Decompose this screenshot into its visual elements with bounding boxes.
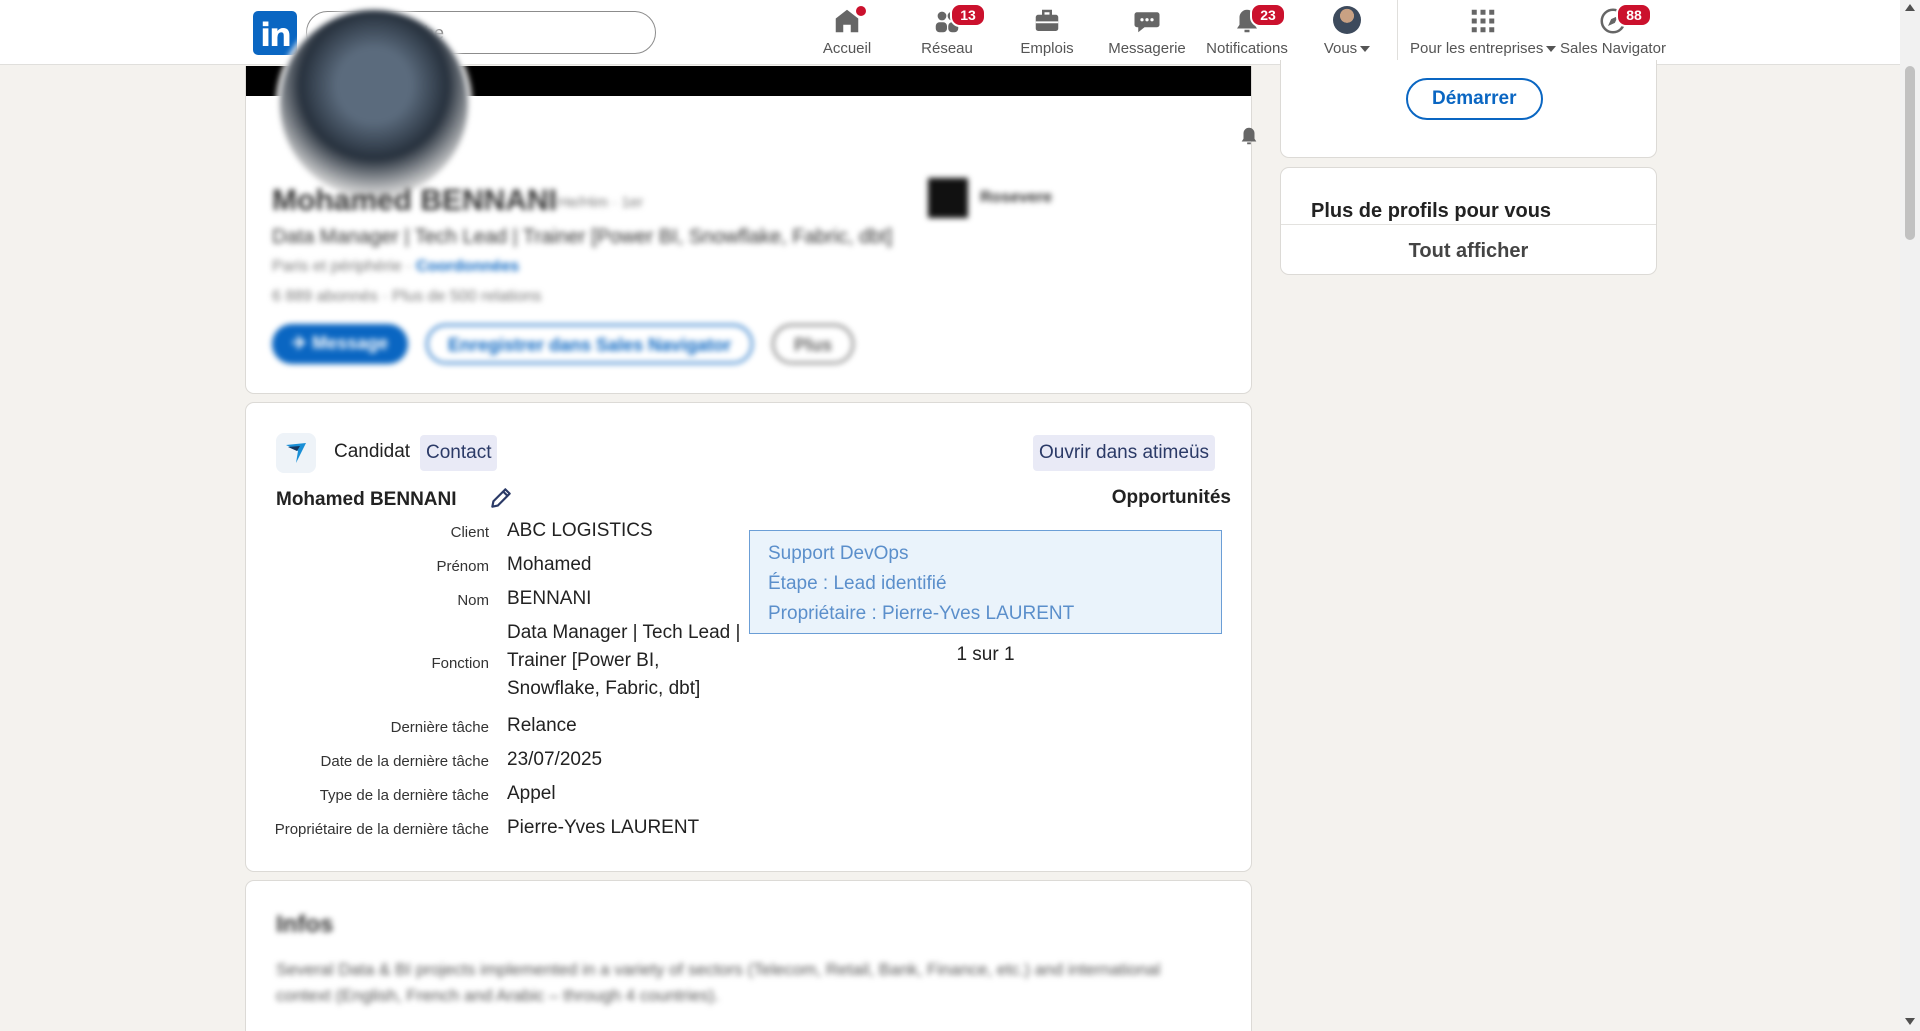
current-company[interactable]: Rosevere (928, 178, 1052, 218)
avatar (1333, 6, 1361, 34)
location-text: Paris et périphérie · (272, 258, 417, 275)
field-label: Propriétaire de la dernière tâche (274, 821, 489, 838)
profile-top-card: Mohamed BENNANI He/Him · 1er Data Manage… (245, 6, 1257, 394)
infos-card: Infos Several Data & BI projects impleme… (245, 880, 1252, 1031)
scroll-up-arrow-icon[interactable] (1905, 4, 1915, 11)
nav-divider (1397, 0, 1398, 65)
nav-item-jobs[interactable]: Emplois (1012, 6, 1082, 61)
nav-item-home[interactable]: Accueil (812, 4, 882, 61)
notifications-badge: 23 (1250, 3, 1286, 27)
field-label: Nom (457, 592, 489, 609)
atimeus-card: Candidat Contact Ouvrir dans atimeüs Moh… (245, 402, 1252, 872)
opportunity-title: Support DevOps (768, 543, 909, 564)
message-button[interactable]: ✈ Message (272, 324, 409, 364)
show-all-link[interactable]: Tout afficher (1281, 240, 1656, 263)
candidate-tag: Candidat (334, 441, 411, 462)
nav-label: Emplois (1020, 40, 1074, 57)
profile-connections: 6 889 abonnés · Plus de 500 relations (272, 288, 542, 305)
infos-text: Several Data & BI projects implemented i… (276, 960, 1161, 1005)
grid-icon (1471, 9, 1495, 33)
nav-label: Accueil (822, 40, 872, 57)
nav-item-sales-navigator[interactable]: 88 Sales Navigator (1560, 3, 1666, 61)
profile-name: Mohamed BENNANI (272, 184, 558, 217)
nav-item-business[interactable]: Pour les entreprises (1410, 6, 1557, 61)
field-value: Appel (507, 783, 556, 804)
field-value: ABC LOGISTICS (507, 520, 653, 541)
nav-label: Notifications (1206, 40, 1288, 57)
more-profiles-card: Plus de profils pour vous Tout afficher (1280, 167, 1657, 275)
premium-promo-card: Démarrer (1280, 60, 1657, 158)
network-badge: 13 (950, 3, 986, 27)
field-value: 23/07/2025 (507, 749, 603, 770)
opportunity-stage: Étape : Lead identifié (768, 573, 947, 594)
contact-name: Mohamed BENNANI (276, 489, 457, 510)
divider (1281, 224, 1656, 225)
scroll-thumb[interactable] (1905, 66, 1915, 240)
profile-headline: Data Manager | Tech Lead | Trainer [Powe… (272, 226, 893, 248)
start-button[interactable]: Démarrer (1406, 78, 1543, 120)
profile-pronouns: He/Him · 1er (558, 194, 644, 211)
bell-icon[interactable] (1238, 124, 1260, 148)
save-sales-navigator-button[interactable]: Enregistrer dans Sales Navigator (426, 324, 754, 364)
profile-photo[interactable] (276, 6, 472, 202)
open-in-atimeus-button[interactable]: Ouvrir dans atimeüs (1033, 435, 1216, 471)
nav-label: Vous (1323, 40, 1358, 57)
caret-down-icon (1360, 46, 1371, 53)
top-nav: in Accueil 13 Réseau Emplois Messagerie (0, 0, 1900, 65)
infos-title: Infos (276, 911, 334, 938)
linkedin-logo-icon[interactable]: in (253, 11, 297, 55)
nav-label: Sales Navigator (1560, 40, 1666, 57)
field-value: Data Manager | Tech Lead | Trainer [Powe… (507, 622, 741, 699)
profile-location: Paris et périphérie · Coordonnées (272, 258, 519, 276)
pencil-edit-icon[interactable] (488, 485, 514, 511)
opportunity-owner: Propriétaire : Pierre-Yves LAURENT (768, 603, 1075, 624)
field-value: Pierre-Yves LAURENT (507, 817, 700, 838)
field-value: BENNANI (507, 588, 592, 609)
nav-item-me[interactable]: Vous (1312, 6, 1382, 61)
vertical-scrollbar[interactable] (1900, 0, 1920, 1031)
nav-item-notifications[interactable]: 23 Notifications (1204, 3, 1290, 61)
field-value: Relance (507, 715, 577, 736)
field-label: Fonction (431, 655, 489, 672)
briefcase-icon (1035, 9, 1059, 31)
field-label: Client (450, 524, 489, 541)
field-label: Type de la dernière tâche (319, 787, 489, 804)
nav-label: Messagerie (1108, 40, 1186, 57)
field-label: Prénom (436, 558, 489, 575)
field-value: Mohamed (507, 554, 592, 575)
opportunities-title: Opportunités (1111, 487, 1231, 508)
more-button[interactable]: Plus (772, 324, 855, 364)
company-name: Rosevere (980, 189, 1053, 206)
nav-label: Réseau (921, 40, 973, 57)
opportunity-card[interactable]: Support DevOps Étape : Lead identifié Pr… (749, 530, 1222, 634)
atimeus-logo-icon (276, 433, 316, 473)
sales-navigator-badge: 88 (1616, 3, 1652, 27)
messaging-icon (1134, 12, 1160, 33)
contact-info-link[interactable]: Coordonnées (416, 258, 519, 275)
contact-tag: Contact (420, 435, 498, 471)
field-label: Date de la dernière tâche (320, 753, 489, 770)
notification-dot (854, 4, 868, 18)
company-logo (928, 178, 968, 218)
field-label: Dernière tâche (390, 719, 489, 736)
more-profiles-title: Plus de profils pour vous (1311, 200, 1552, 222)
nav-item-network[interactable]: 13 Réseau (912, 3, 986, 61)
opportunity-pager: 1 sur 1 (956, 644, 1015, 665)
nav-item-messaging[interactable]: Messagerie (1106, 6, 1188, 61)
caret-down-icon (1546, 46, 1557, 53)
scroll-down-arrow-icon[interactable] (1905, 1018, 1915, 1025)
nav-label: Pour les entreprises (1410, 40, 1544, 57)
